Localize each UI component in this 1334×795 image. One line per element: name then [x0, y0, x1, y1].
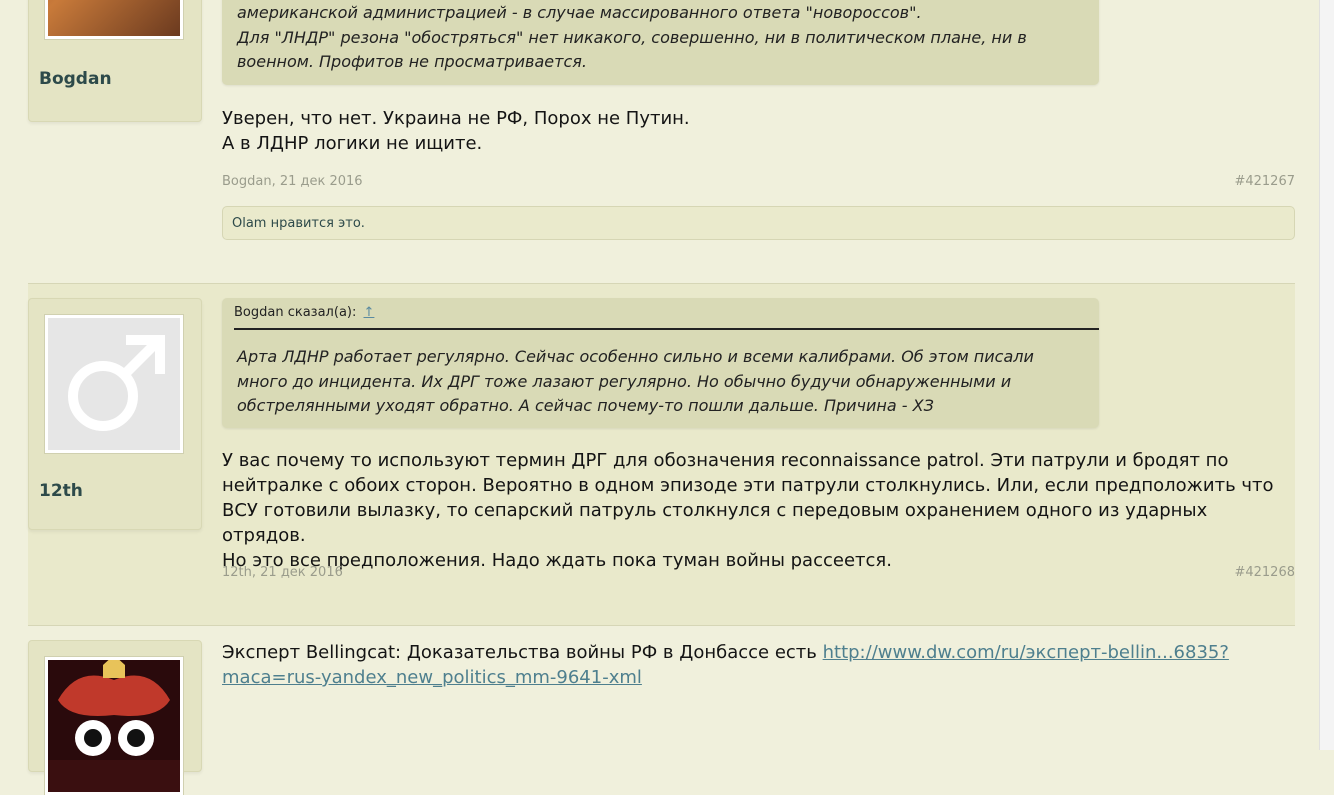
external-link[interactable]: http://www.dw.com/ru/эксперт-bellin...68… [823, 642, 1229, 663]
external-link-continued[interactable]: maca=rus-yandex_new_politics_mm-9641-xml [222, 667, 642, 688]
user-info-panel: Bogdan [28, 0, 202, 122]
message-text: У вас почему то используют термин ДРГ дл… [222, 450, 1274, 571]
user-info-panel: 12th [28, 298, 202, 530]
author-date-link[interactable]: Bogdan, 21 дек 2016 [222, 174, 363, 189]
scrollbar[interactable] [1319, 0, 1334, 750]
quote-header: Bogdan сказал(а): ↑ [234, 298, 1099, 330]
quote-block: американской администрацией - в случае м… [222, 0, 1099, 85]
avatar[interactable] [45, 315, 183, 453]
quote-author: Bogdan сказал(а): [234, 305, 357, 320]
post-separator [28, 625, 1295, 626]
male-symbol-icon [68, 335, 165, 431]
author-date-link[interactable]: 12th, 21 дек 2016 [222, 565, 343, 580]
username[interactable]: Bogdan [39, 69, 112, 89]
avatar[interactable] [45, 0, 183, 39]
quote-text: Арта ЛДНР работает регулярно. Сейчас осо… [237, 347, 1034, 415]
quote-text: американской администрацией - в случае м… [237, 3, 1027, 71]
quote-block: Bogdan сказал(а): ↑ Арта ЛДНР работает р… [222, 298, 1099, 428]
quote-jump-arrow-icon[interactable]: ↑ [364, 305, 375, 320]
message-text: Эксперт Bellingcat: Доказательства войны… [222, 642, 1229, 688]
message-text: Уверен, что нет. Украина не РФ, Порох не… [222, 108, 690, 154]
jagannath-avatar-icon [48, 660, 180, 760]
likes-summary[interactable]: Olam нравится это. [222, 206, 1295, 240]
post-number-link[interactable]: #421267 [1234, 174, 1295, 189]
avatar[interactable] [45, 657, 183, 795]
username[interactable]: 12th [39, 481, 83, 501]
user-info-panel [28, 640, 202, 795]
post-number-link[interactable]: #421268 [1234, 565, 1295, 580]
